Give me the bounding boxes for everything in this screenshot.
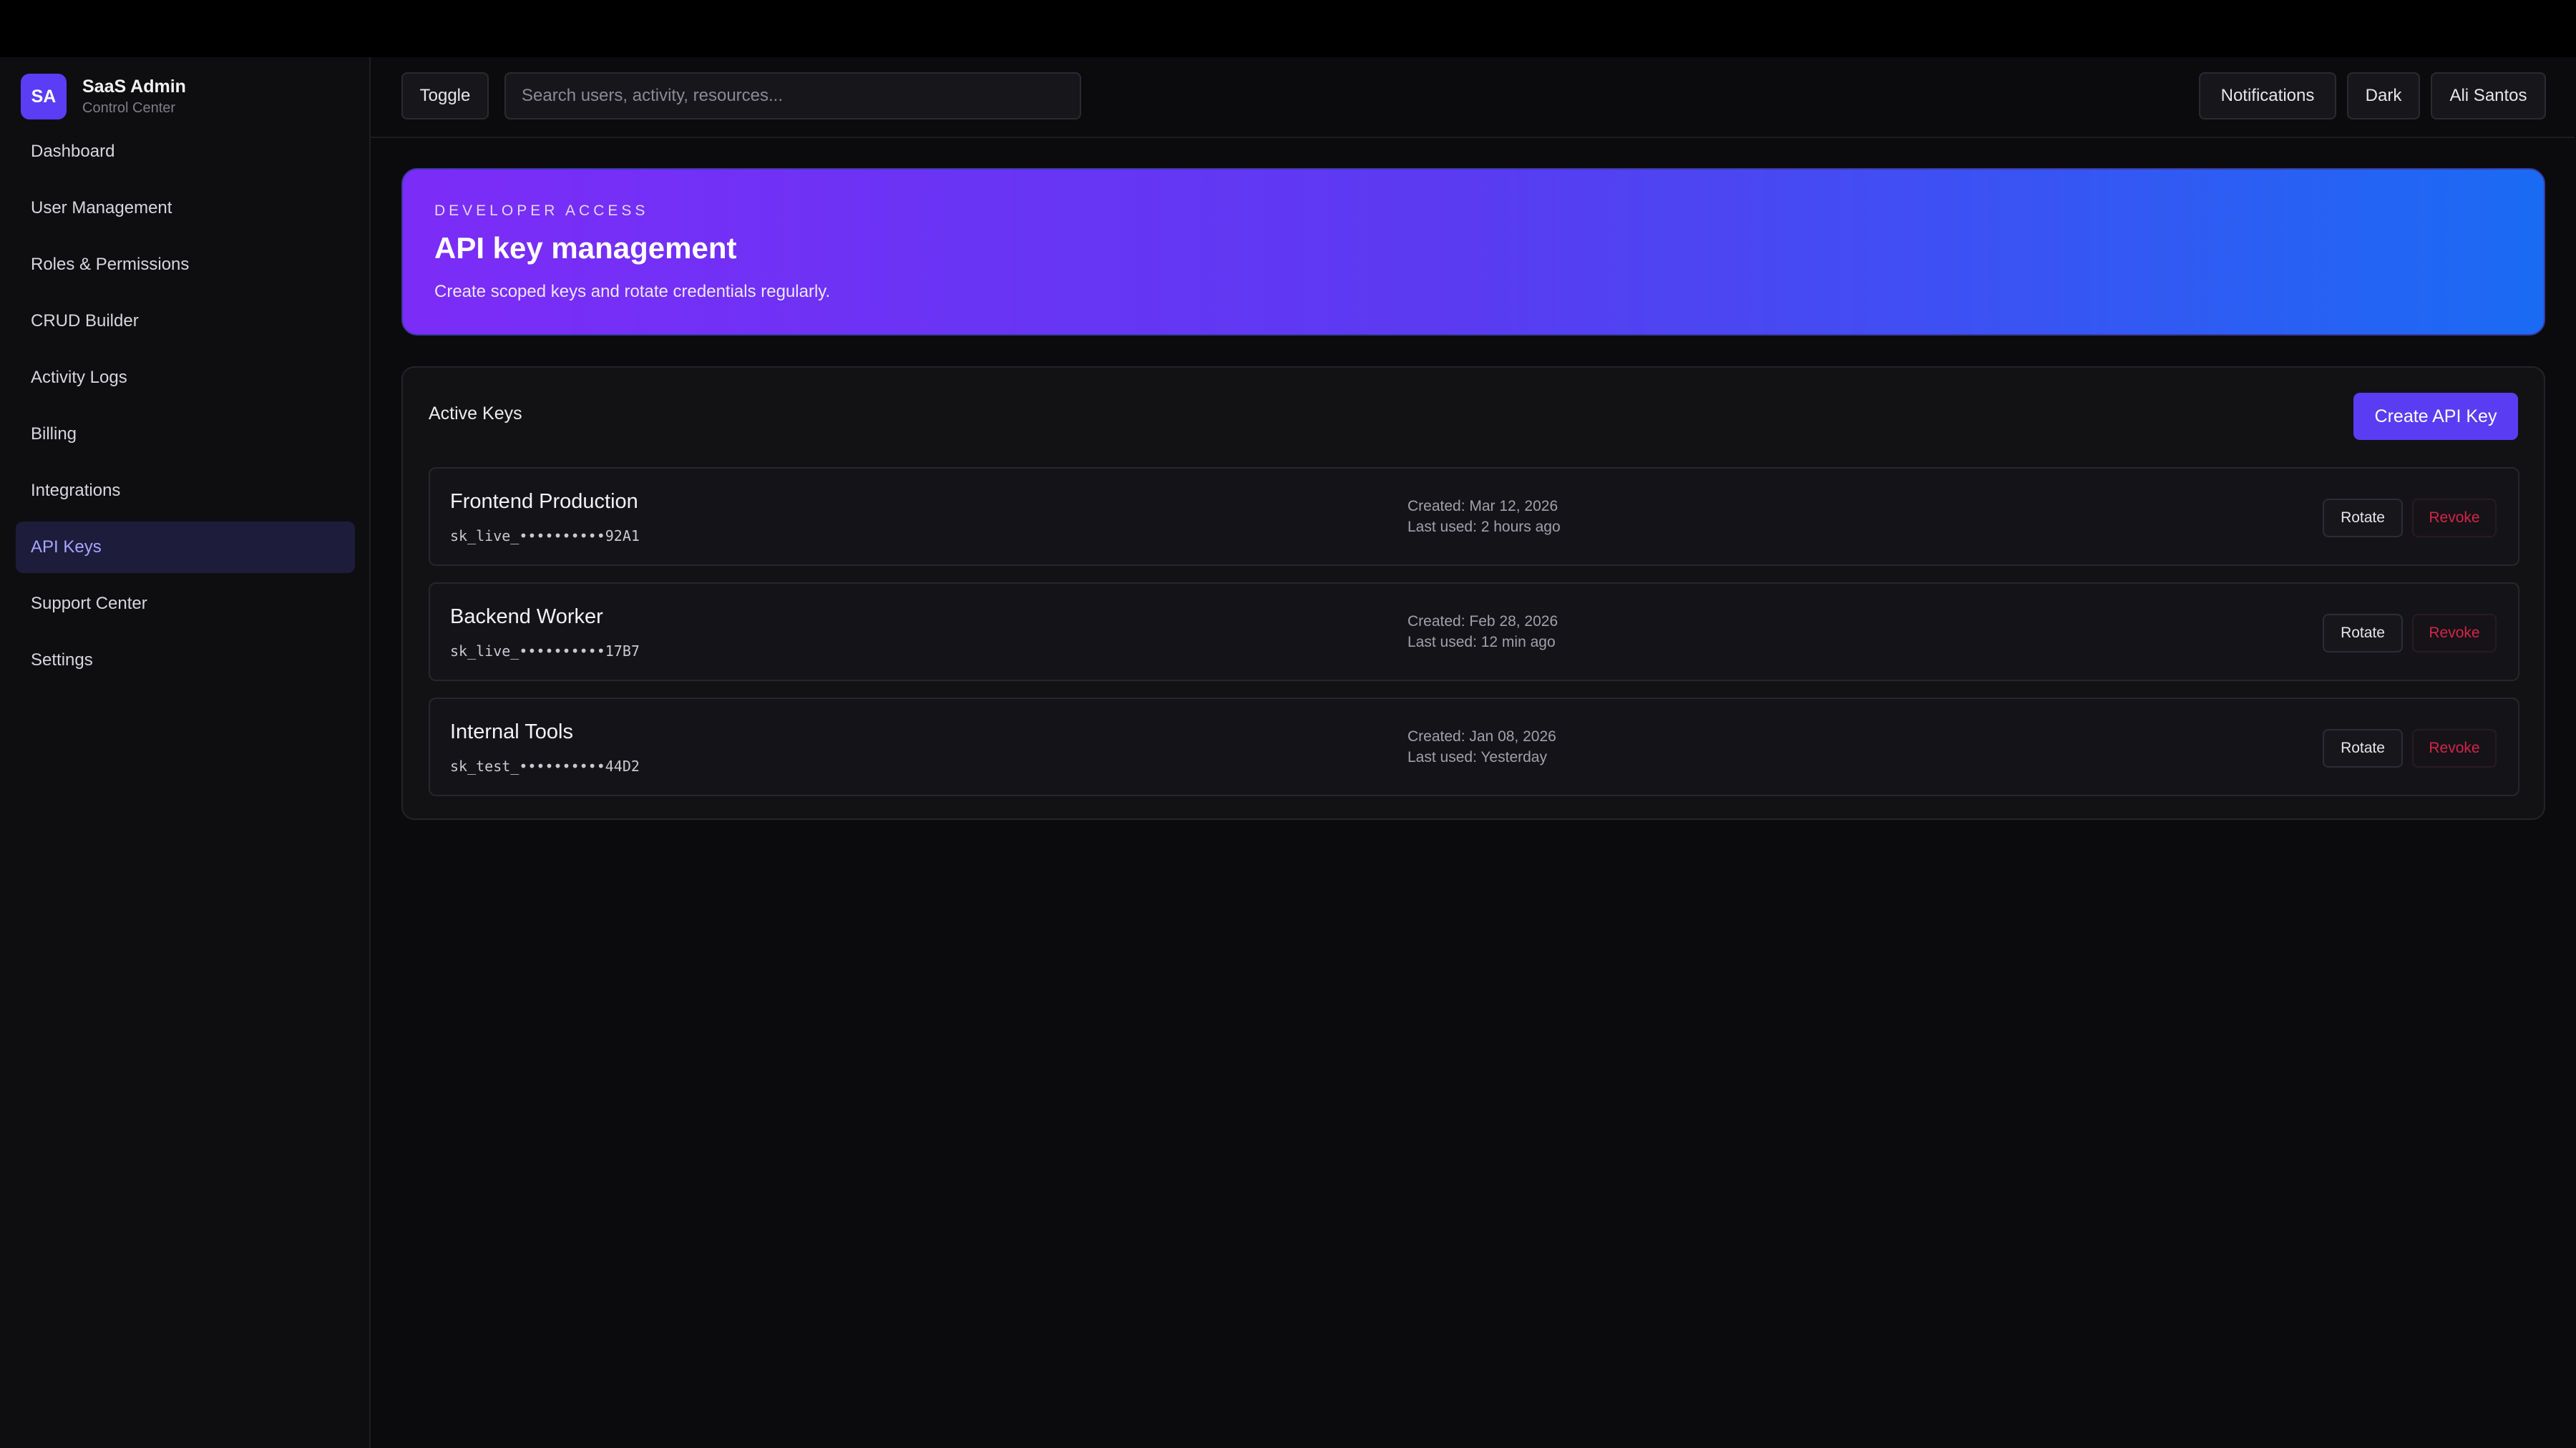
brand-name: SaaS Admin	[82, 77, 186, 97]
hero-description: Create scoped keys and rotate credential…	[434, 282, 831, 301]
sidebar-item-integrations[interactable]: Integrations	[16, 465, 355, 517]
topbar: Toggle Notifications Dark Ali Santos	[371, 57, 2575, 138]
api-key-row: Frontend Production sk_live_••••••••••92…	[429, 467, 2519, 566]
notifications-button[interactable]: Notifications	[2199, 72, 2336, 119]
masked-key: sk_live_••••••••••17B7	[450, 642, 640, 660]
key-last-used: Last used: 2 hours ago	[1407, 519, 1561, 535]
sidebar-item-dashboard[interactable]: Dashboard	[16, 126, 355, 177]
key-name: Backend Worker	[450, 605, 603, 628]
theme-toggle-button[interactable]: Dark	[2347, 72, 2420, 119]
masked-key: sk_live_••••••••••92A1	[450, 527, 640, 544]
revoke-button[interactable]: Revoke	[2412, 614, 2497, 652]
sidebar: SA SaaS Admin Control Center Dashboard U…	[0, 57, 371, 1448]
api-key-row: Internal Tools sk_test_••••••••••44D2 Cr…	[429, 698, 2519, 796]
create-api-key-button[interactable]: Create API Key	[2353, 393, 2518, 440]
sidebar-item-billing[interactable]: Billing	[16, 409, 355, 460]
brand-text: SaaS Admin Control Center	[82, 75, 186, 118]
sidebar-item-api-keys[interactable]: API Keys	[16, 522, 355, 573]
sidebar-nav: Dashboard User Management Roles & Permis…	[16, 126, 355, 691]
user-menu-button[interactable]: Ali Santos	[2431, 72, 2546, 119]
key-meta: Created: Mar 12, 2026 Last used: 2 hours…	[1407, 496, 1561, 537]
main-content: Toggle Notifications Dark Ali Santos DEV…	[371, 57, 2576, 1448]
search-input[interactable]	[504, 72, 1081, 119]
sidebar-item-support-center[interactable]: Support Center	[16, 578, 355, 630]
rotate-button[interactable]: Rotate	[2323, 614, 2403, 652]
top-black-strip	[0, 0, 2576, 57]
sidebar-item-activity-logs[interactable]: Activity Logs	[16, 352, 355, 403]
key-meta: Created: Jan 08, 2026 Last used: Yesterd…	[1407, 726, 1556, 768]
key-last-used: Last used: 12 min ago	[1407, 634, 1556, 650]
brand-badge: SA	[21, 74, 67, 119]
rotate-button[interactable]: Rotate	[2323, 729, 2403, 768]
key-meta: Created: Feb 28, 2026 Last used: 12 min …	[1407, 611, 1558, 652]
key-name: Frontend Production	[450, 490, 638, 513]
sidebar-item-settings[interactable]: Settings	[16, 635, 355, 686]
key-last-used: Last used: Yesterday	[1407, 749, 1547, 765]
active-keys-panel: Active Keys Create API Key Frontend Prod…	[401, 366, 2545, 820]
page-title: API key management	[434, 231, 737, 265]
brand: SA SaaS Admin Control Center	[21, 74, 186, 119]
key-name: Internal Tools	[450, 720, 573, 743]
revoke-button[interactable]: Revoke	[2412, 499, 2497, 537]
sidebar-item-user-management[interactable]: User Management	[16, 182, 355, 234]
brand-subtitle: Control Center	[82, 100, 176, 116]
sidebar-item-roles-permissions[interactable]: Roles & Permissions	[16, 239, 355, 290]
key-created: Created: Jan 08, 2026	[1407, 728, 1556, 745]
sidebar-item-crud-builder[interactable]: CRUD Builder	[16, 295, 355, 347]
hero-banner: DEVELOPER ACCESS API key management Crea…	[401, 168, 2545, 336]
key-created: Created: Feb 28, 2026	[1407, 613, 1558, 630]
panel-title: Active Keys	[429, 403, 522, 424]
app-shell: SA SaaS Admin Control Center Dashboard U…	[0, 57, 2576, 1448]
hero-kicker: DEVELOPER ACCESS	[434, 202, 649, 219]
revoke-button[interactable]: Revoke	[2412, 729, 2497, 768]
masked-key: sk_test_••••••••••44D2	[450, 758, 640, 775]
sidebar-toggle-button[interactable]: Toggle	[401, 72, 489, 119]
key-created: Created: Mar 12, 2026	[1407, 498, 1558, 514]
api-key-row: Backend Worker sk_live_••••••••••17B7 Cr…	[429, 582, 2519, 681]
rotate-button[interactable]: Rotate	[2323, 499, 2403, 537]
